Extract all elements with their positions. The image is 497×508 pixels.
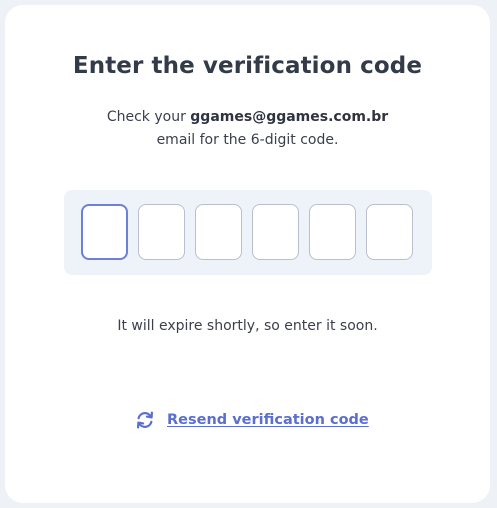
instruction-prefix: Check your xyxy=(106,109,186,125)
instruction-suffix: email for the 6-digit code. xyxy=(156,132,339,148)
refresh-icon xyxy=(135,410,155,430)
code-digit-3[interactable] xyxy=(195,204,242,260)
code-input-panel xyxy=(64,190,432,275)
code-digit-4[interactable] xyxy=(252,204,299,260)
code-digit-5[interactable] xyxy=(309,204,356,260)
instructions: Check your ggames@ggames.com.br email fo… xyxy=(5,106,490,152)
verification-card: Enter the verification code Check your g… xyxy=(5,5,490,503)
code-digit-2[interactable] xyxy=(138,204,185,260)
code-digit-6[interactable] xyxy=(366,204,413,260)
expire-notice: It will expire shortly, so enter it soon… xyxy=(117,318,378,334)
code-digit-1[interactable] xyxy=(81,204,128,260)
resend-code-link[interactable]: Resend verification code xyxy=(135,408,369,432)
resend-label: Resend verification code xyxy=(167,412,369,428)
email-address: ggames@ggames.com.br xyxy=(190,109,389,125)
page-title: Enter the verification code xyxy=(72,53,423,79)
